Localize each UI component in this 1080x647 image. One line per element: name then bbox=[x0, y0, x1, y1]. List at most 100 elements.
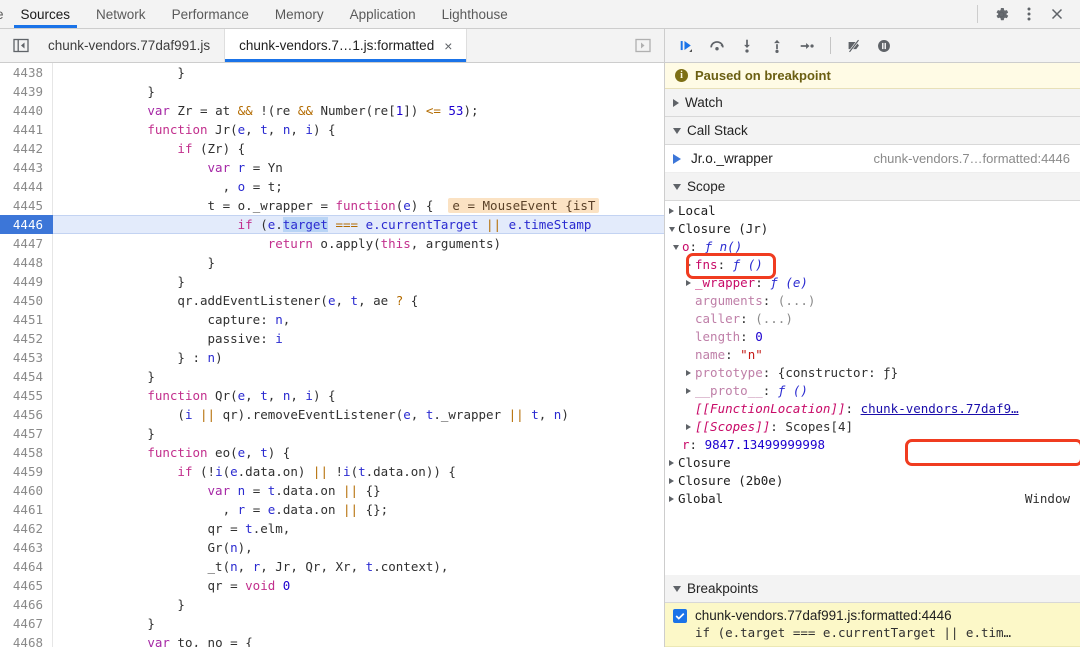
line-number[interactable]: 4465 bbox=[0, 576, 52, 595]
tree-toggle[interactable] bbox=[682, 370, 695, 376]
property-name: length bbox=[695, 329, 741, 344]
scope-property-row[interactable]: length: 0 bbox=[665, 328, 1080, 346]
line-number[interactable]: 4462 bbox=[0, 519, 52, 538]
line-number[interactable]: 4440 bbox=[0, 101, 52, 120]
scope-closure-2b0e[interactable]: Closure (2b0e) bbox=[665, 472, 1080, 490]
file-tab-chunk-vendors[interactable]: chunk-vendors.77daf991.js bbox=[34, 29, 226, 62]
scope-property-row[interactable]: caller: (...) bbox=[665, 310, 1080, 328]
scope-property-row[interactable]: o: ƒ n() bbox=[665, 238, 1080, 256]
tab-memory[interactable]: Memory bbox=[262, 0, 337, 28]
show-navigator-icon[interactable] bbox=[8, 29, 34, 62]
scope-property-row[interactable]: arguments: (...) bbox=[665, 292, 1080, 310]
line-number[interactable]: 4461 bbox=[0, 500, 52, 519]
breakpoint-list-item[interactable]: chunk-vendors.77daf991.js:formatted:4446… bbox=[665, 603, 1080, 647]
resume-script-execution-button[interactable] bbox=[673, 33, 701, 59]
line-number[interactable]: 4467 bbox=[0, 614, 52, 633]
breakpoint-checkbox[interactable] bbox=[673, 608, 687, 623]
line-number[interactable]: 4454 bbox=[0, 367, 52, 386]
scope-local[interactable]: Local bbox=[665, 202, 1080, 220]
tree-toggle[interactable] bbox=[665, 460, 678, 466]
line-number[interactable]: 4457 bbox=[0, 424, 52, 443]
tree-toggle[interactable] bbox=[682, 424, 695, 430]
line-number[interactable]: 4442 bbox=[0, 139, 52, 158]
close-devtools-icon[interactable] bbox=[1044, 1, 1070, 27]
line-number[interactable]: 4459 bbox=[0, 462, 52, 481]
tree-toggle[interactable] bbox=[682, 280, 695, 286]
code-token: , bbox=[222, 502, 238, 517]
deactivate-breakpoints-button[interactable] bbox=[840, 33, 868, 59]
code-token: } bbox=[147, 616, 155, 631]
line-number[interactable]: 4458 bbox=[0, 443, 52, 462]
scope-property-row[interactable]: fns: ƒ () bbox=[665, 256, 1080, 274]
scope-property-row[interactable]: r: 9847.13499999998 bbox=[665, 436, 1080, 454]
scope-property-row[interactable]: _wrapper: ƒ (e) bbox=[665, 274, 1080, 292]
line-number[interactable]: 4445 bbox=[0, 196, 52, 215]
section-header-scope[interactable]: Scope bbox=[665, 173, 1080, 201]
line-number[interactable]: 4463 bbox=[0, 538, 52, 557]
line-number[interactable]: 4451 bbox=[0, 310, 52, 329]
tab-sources[interactable]: Sources bbox=[8, 0, 84, 28]
line-number[interactable]: 4444 bbox=[0, 177, 52, 196]
tree-toggle[interactable] bbox=[682, 388, 695, 394]
pause-on-exceptions-button[interactable] bbox=[870, 33, 898, 59]
code-line: 4450 qr.addEventListener(e, t, ae ? { bbox=[0, 291, 664, 310]
step-into-button[interactable] bbox=[733, 33, 761, 59]
line-number[interactable]: 4449 bbox=[0, 272, 52, 291]
scope-tree[interactable]: Local Closure (Jr) o: ƒ n() fns: ƒ () _wrapp… bbox=[665, 201, 1080, 575]
function-location-link[interactable]: chunk-vendors.77daf9… bbox=[861, 400, 1019, 418]
scope-property-row[interactable]: prototype: {constructor: ƒ} bbox=[665, 364, 1080, 382]
tab-application[interactable]: Application bbox=[337, 0, 429, 28]
scope-closure[interactable]: Closure bbox=[665, 454, 1080, 472]
code-editor[interactable]: 4438 } 4439 } 4440 var Zr = at && !(re && … bbox=[0, 63, 664, 647]
line-number[interactable]: 4446 bbox=[0, 215, 61, 234]
tree-toggle[interactable] bbox=[665, 226, 678, 232]
line-number[interactable]: 4447 bbox=[0, 234, 52, 253]
code-line: 4452 passive: i bbox=[0, 329, 664, 348]
line-number[interactable]: 4439 bbox=[0, 82, 52, 101]
line-number[interactable]: 4441 bbox=[0, 120, 52, 139]
show-debugger-icon[interactable] bbox=[630, 38, 656, 53]
line-number[interactable]: 4455 bbox=[0, 386, 52, 405]
line-number[interactable]: 4452 bbox=[0, 329, 52, 348]
tree-toggle[interactable] bbox=[665, 478, 678, 484]
section-header-breakpoints[interactable]: Breakpoints bbox=[665, 575, 1080, 603]
line-number[interactable]: 4468 bbox=[0, 633, 52, 647]
section-header-call-stack[interactable]: Call Stack bbox=[665, 117, 1080, 145]
line-number[interactable]: 4450 bbox=[0, 291, 52, 310]
tree-toggle[interactable] bbox=[665, 208, 678, 214]
more-options-icon[interactable] bbox=[1016, 1, 1042, 27]
tree-toggle[interactable] bbox=[682, 262, 695, 268]
line-number[interactable]: 4456 bbox=[0, 405, 52, 424]
tab-lighthouse[interactable]: Lighthouse bbox=[429, 0, 521, 28]
line-number[interactable]: 4460 bbox=[0, 481, 52, 500]
chevron-right-icon bbox=[669, 460, 674, 466]
line-number[interactable]: 4453 bbox=[0, 348, 52, 367]
tree-toggle[interactable] bbox=[665, 496, 678, 502]
step-out-button[interactable] bbox=[763, 33, 791, 59]
scope-closure-jr[interactable]: Closure (Jr) bbox=[665, 220, 1080, 238]
close-tab-icon[interactable]: × bbox=[444, 39, 452, 53]
line-number[interactable]: 4438 bbox=[0, 63, 52, 82]
scope-property-row[interactable]: __proto__: ƒ () bbox=[665, 382, 1080, 400]
scope-property-row[interactable]: [[FunctionLocation]]: chunk-vendors.77da… bbox=[665, 400, 1080, 418]
line-number[interactable]: 4464 bbox=[0, 557, 52, 576]
scope-property-row[interactable]: [[Scopes]]: Scopes[4] bbox=[665, 418, 1080, 436]
tab-network[interactable]: Network bbox=[83, 0, 159, 28]
section-header-watch[interactable]: Watch bbox=[665, 89, 1080, 117]
code-token: capture: bbox=[207, 312, 276, 327]
tab-performance[interactable]: Performance bbox=[159, 0, 262, 28]
scope-property-row[interactable]: name: "n" bbox=[665, 346, 1080, 364]
scope-global[interactable]: Global Window bbox=[665, 490, 1080, 508]
tab-console-clipped[interactable]: e bbox=[0, 0, 8, 28]
code-token: .data.on bbox=[275, 483, 344, 498]
line-number[interactable]: 4466 bbox=[0, 595, 52, 614]
file-tab-chunk-vendors-formatted[interactable]: chunk-vendors.7…1.js:formatted × bbox=[225, 29, 468, 62]
step-over-button[interactable] bbox=[703, 33, 731, 59]
code-token: .data.on)) { bbox=[365, 464, 456, 479]
call-stack-row[interactable]: Jr.o._wrapper chunk-vendors.7…formatted:… bbox=[665, 145, 1080, 173]
line-number[interactable]: 4443 bbox=[0, 158, 52, 177]
tree-toggle[interactable] bbox=[669, 244, 682, 250]
line-number[interactable]: 4448 bbox=[0, 253, 52, 272]
step-button[interactable] bbox=[793, 33, 821, 59]
settings-gear-icon[interactable] bbox=[988, 1, 1014, 27]
